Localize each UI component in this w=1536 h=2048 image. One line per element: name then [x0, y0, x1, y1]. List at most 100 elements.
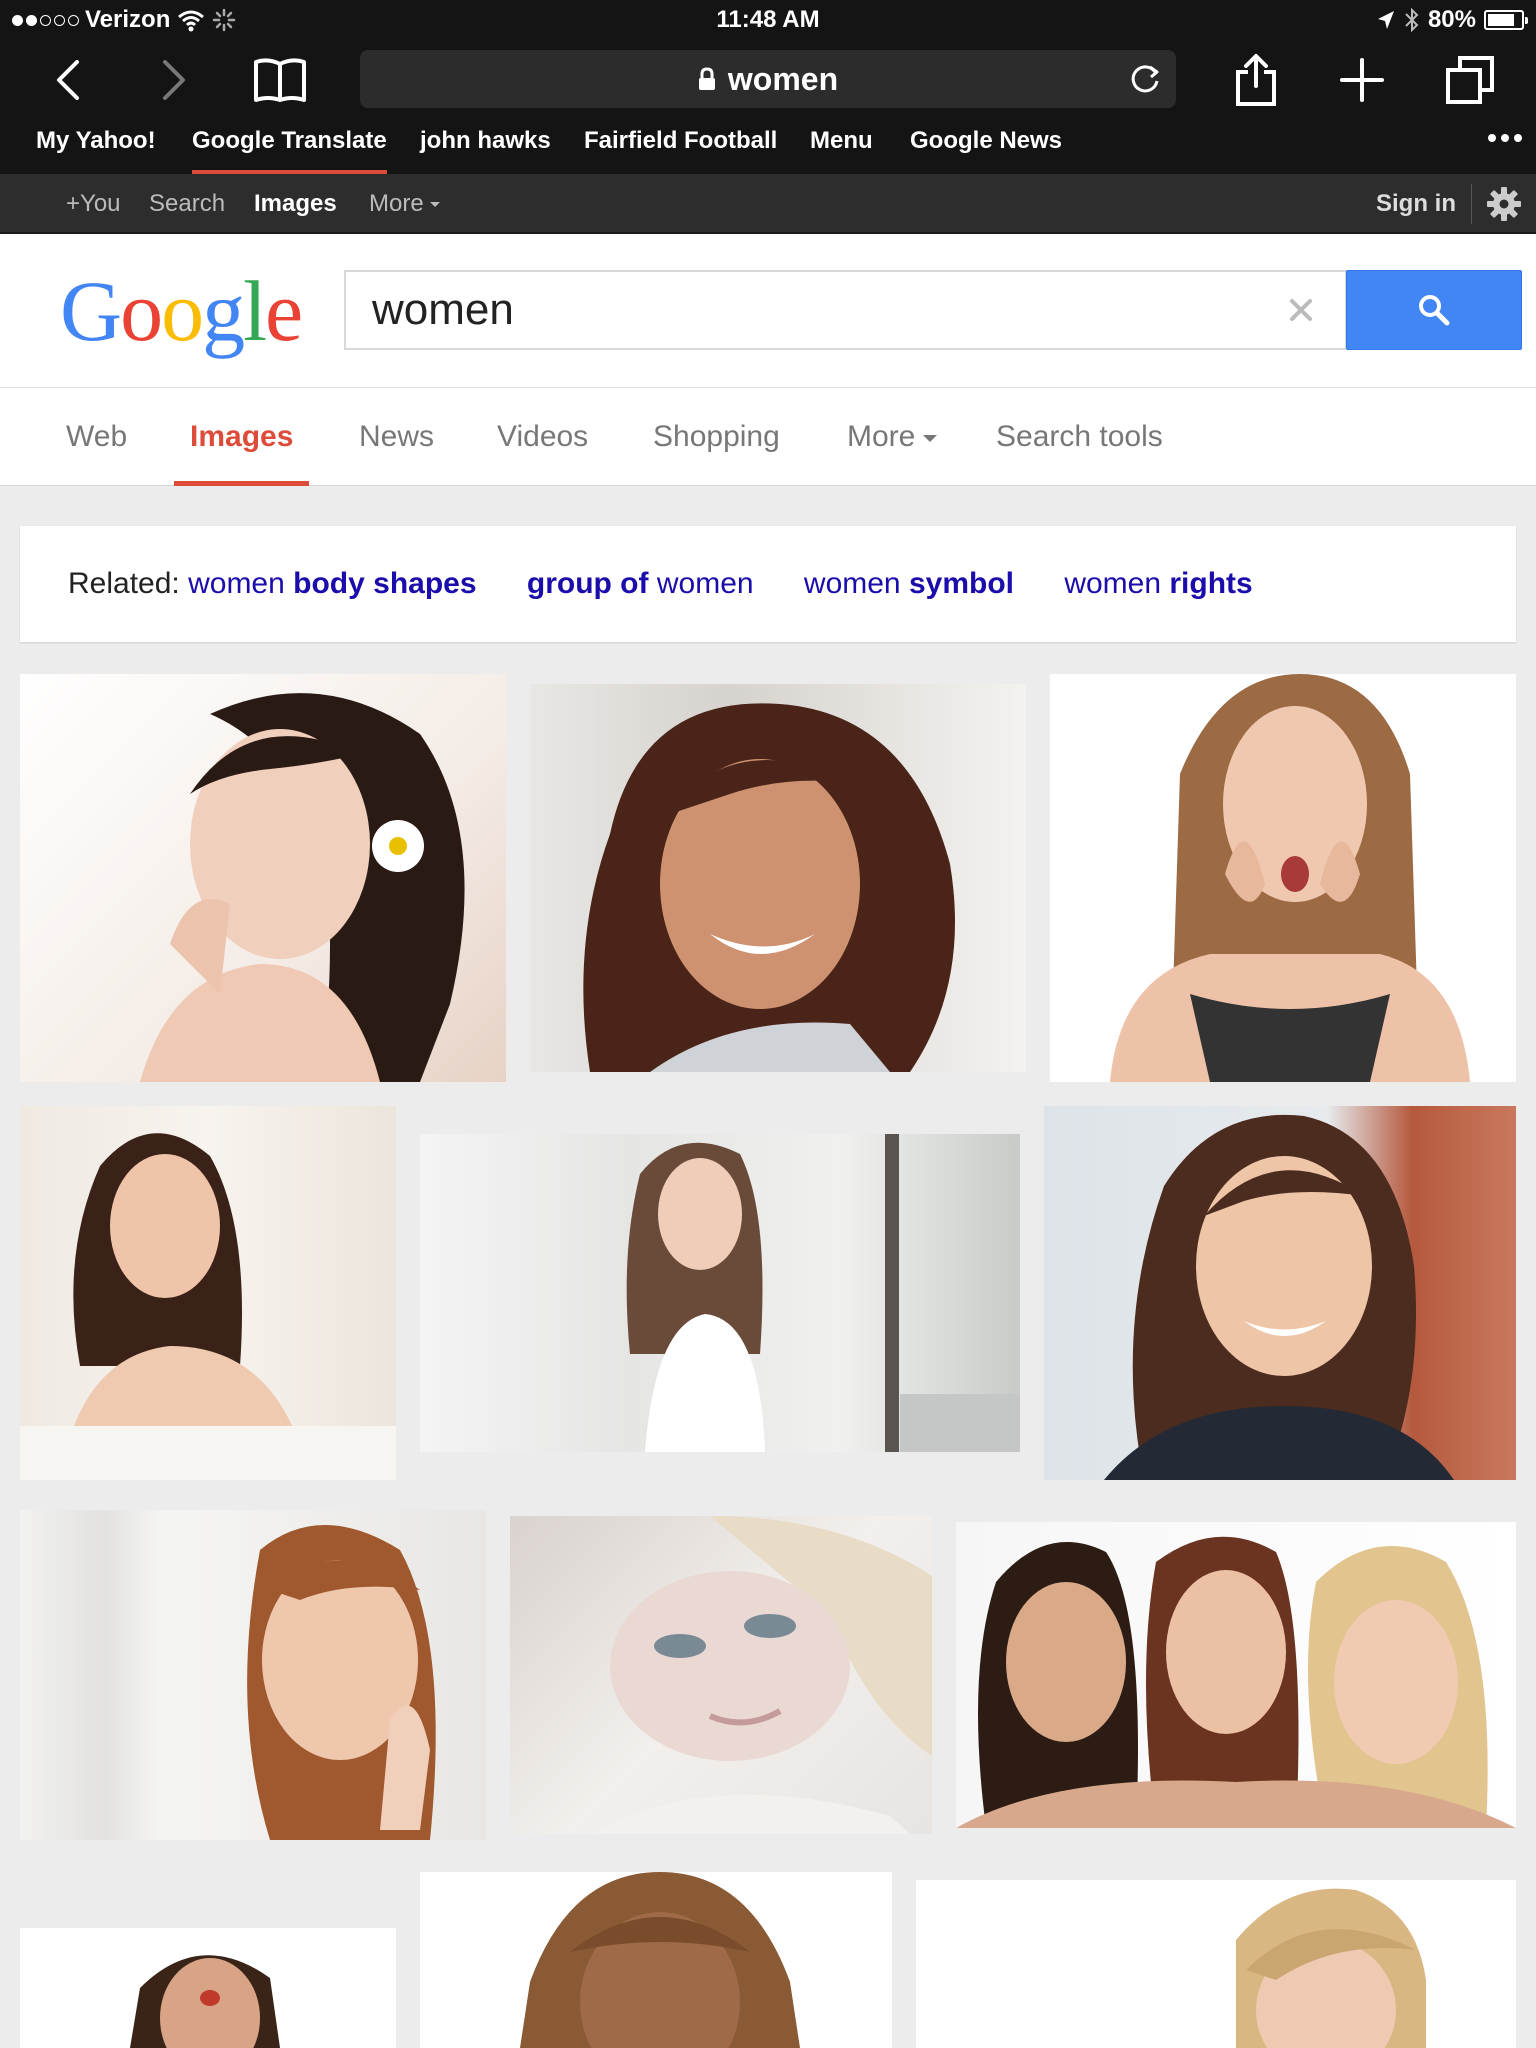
- search-header: Google women: [0, 234, 1536, 388]
- gbar-plus-you[interactable]: +You: [66, 174, 121, 234]
- related-link-group-of-women[interactable]: group of women: [527, 567, 754, 600]
- tab-more[interactable]: More: [831, 388, 953, 486]
- gbar-search[interactable]: Search: [149, 174, 225, 234]
- lock-icon: [698, 67, 715, 90]
- portrait-photo: [1110, 674, 1470, 1082]
- reload-icon[interactable]: [1128, 62, 1162, 96]
- portrait-photo: [1104, 1114, 1454, 1480]
- search-input[interactable]: women: [344, 270, 1347, 350]
- related-link-text: women: [1064, 567, 1170, 600]
- address-text: women: [727, 60, 839, 97]
- gear-icon[interactable]: [1486, 186, 1522, 222]
- tabs-icon: [1446, 56, 1494, 104]
- logo-letter: o: [120, 263, 163, 359]
- bookmarks-button[interactable]: [248, 48, 312, 112]
- forward-icon: [163, 60, 185, 100]
- portrait-photo: [20, 1133, 396, 1480]
- more-favorites-icon[interactable]: [1488, 134, 1522, 142]
- status-bar: Verizon 11:48 AM 80%: [0, 0, 1536, 40]
- image-result[interactable]: [510, 1516, 932, 1834]
- favorite-menu[interactable]: Menu: [810, 120, 873, 174]
- address-bar[interactable]: women: [360, 50, 1176, 108]
- related-link-symbol[interactable]: women symbol: [804, 567, 1014, 600]
- portrait-photo: [1236, 1888, 1426, 2048]
- image-result[interactable]: [530, 684, 1026, 1072]
- tab-search-tools[interactable]: Search tools: [980, 388, 1179, 486]
- portrait-photo: [590, 1516, 932, 1834]
- related-link-bold: group of: [526, 567, 649, 600]
- related-link-bold: symbol: [908, 567, 1014, 600]
- image-result[interactable]: [20, 1106, 396, 1480]
- chevron-down-icon: [429, 202, 440, 208]
- clear-icon[interactable]: [1281, 290, 1321, 330]
- image-result[interactable]: [1044, 1106, 1516, 1480]
- related-link-text: women: [188, 567, 294, 600]
- share-icon: [1236, 54, 1276, 106]
- image-result[interactable]: [420, 1134, 1020, 1452]
- search-query: women: [372, 285, 514, 334]
- image-result[interactable]: [1050, 674, 1516, 1082]
- portrait-photo: [583, 703, 955, 1072]
- new-tab-button[interactable]: [1330, 48, 1394, 112]
- related-link-rights[interactable]: women rights: [1064, 567, 1252, 600]
- tab-web[interactable]: Web: [50, 388, 143, 486]
- related-link-text: women: [803, 567, 909, 600]
- back-button[interactable]: [36, 48, 100, 112]
- related-link-text: women: [648, 567, 754, 600]
- portrait-photo: [140, 693, 465, 1082]
- search-button[interactable]: [1346, 270, 1522, 350]
- battery-percent: 80%: [1427, 6, 1476, 33]
- google-logo[interactable]: Google: [60, 268, 303, 354]
- search-tabs: Web Images News Videos Shopping More Sea…: [0, 388, 1536, 486]
- logo-letter: g: [202, 263, 245, 359]
- search-icon: [1419, 295, 1450, 326]
- portrait-photo: [20, 1510, 436, 1840]
- clock: 11:48 AM: [716, 6, 820, 33]
- related-link-bold: body shapes: [293, 567, 477, 600]
- tabs-button[interactable]: [1438, 48, 1502, 112]
- back-icon: [57, 60, 79, 100]
- tab-more-label: More: [847, 420, 916, 453]
- portrait-photo: [520, 1872, 800, 2048]
- browser-toolbar: women: [0, 40, 1536, 120]
- bookmarks-icon: [254, 58, 306, 102]
- gbar-more-label: More: [369, 190, 424, 217]
- related-link-body-shapes[interactable]: women body shapes: [188, 567, 476, 600]
- image-result[interactable]: [20, 1928, 396, 2048]
- favorite-google-news[interactable]: Google News: [910, 120, 1062, 174]
- tab-images[interactable]: Images: [174, 388, 310, 486]
- battery-icon: [1484, 10, 1528, 30]
- favorites-bar: My Yahoo! Google Translate john hawks Fa…: [0, 120, 1536, 174]
- image-result[interactable]: [916, 1880, 1516, 2048]
- chevron-down-icon: [923, 434, 938, 442]
- new-tab-icon: [1340, 58, 1384, 102]
- tab-videos[interactable]: Videos: [481, 388, 604, 486]
- share-button[interactable]: [1224, 48, 1288, 112]
- gbar-images[interactable]: Images: [254, 174, 337, 234]
- tab-news[interactable]: News: [343, 388, 450, 486]
- tab-shopping[interactable]: Shopping: [637, 388, 796, 486]
- related-label: Related:: [68, 567, 180, 600]
- location-arrow-icon: [1377, 11, 1394, 29]
- favorite-fairfield-football[interactable]: Fairfield Football: [584, 120, 777, 174]
- related-link-bold: rights: [1169, 567, 1253, 600]
- logo-letter: o: [161, 263, 204, 359]
- image-result[interactable]: [20, 1510, 486, 1840]
- image-result[interactable]: [20, 674, 506, 1082]
- portrait-photo: [130, 1955, 280, 2048]
- bluetooth-icon: [1405, 7, 1419, 33]
- divider: [1471, 184, 1472, 224]
- status-right: 80%: [1376, 0, 1528, 40]
- favorite-my-yahoo[interactable]: My Yahoo!: [36, 120, 156, 174]
- gbar-more[interactable]: More: [369, 174, 440, 234]
- favorite-google-translate[interactable]: Google Translate: [192, 120, 387, 174]
- image-result[interactable]: [956, 1522, 1516, 1828]
- logo-letter: e: [265, 263, 303, 359]
- portrait-photo: [626, 1134, 1020, 1452]
- image-result[interactable]: [420, 1872, 892, 2048]
- logo-letter: l: [243, 263, 267, 359]
- sign-in-link[interactable]: Sign in: [1376, 174, 1456, 234]
- forward-button[interactable]: [142, 48, 206, 112]
- logo-letter: G: [60, 263, 122, 359]
- favorite-john-hawks[interactable]: john hawks: [420, 120, 551, 174]
